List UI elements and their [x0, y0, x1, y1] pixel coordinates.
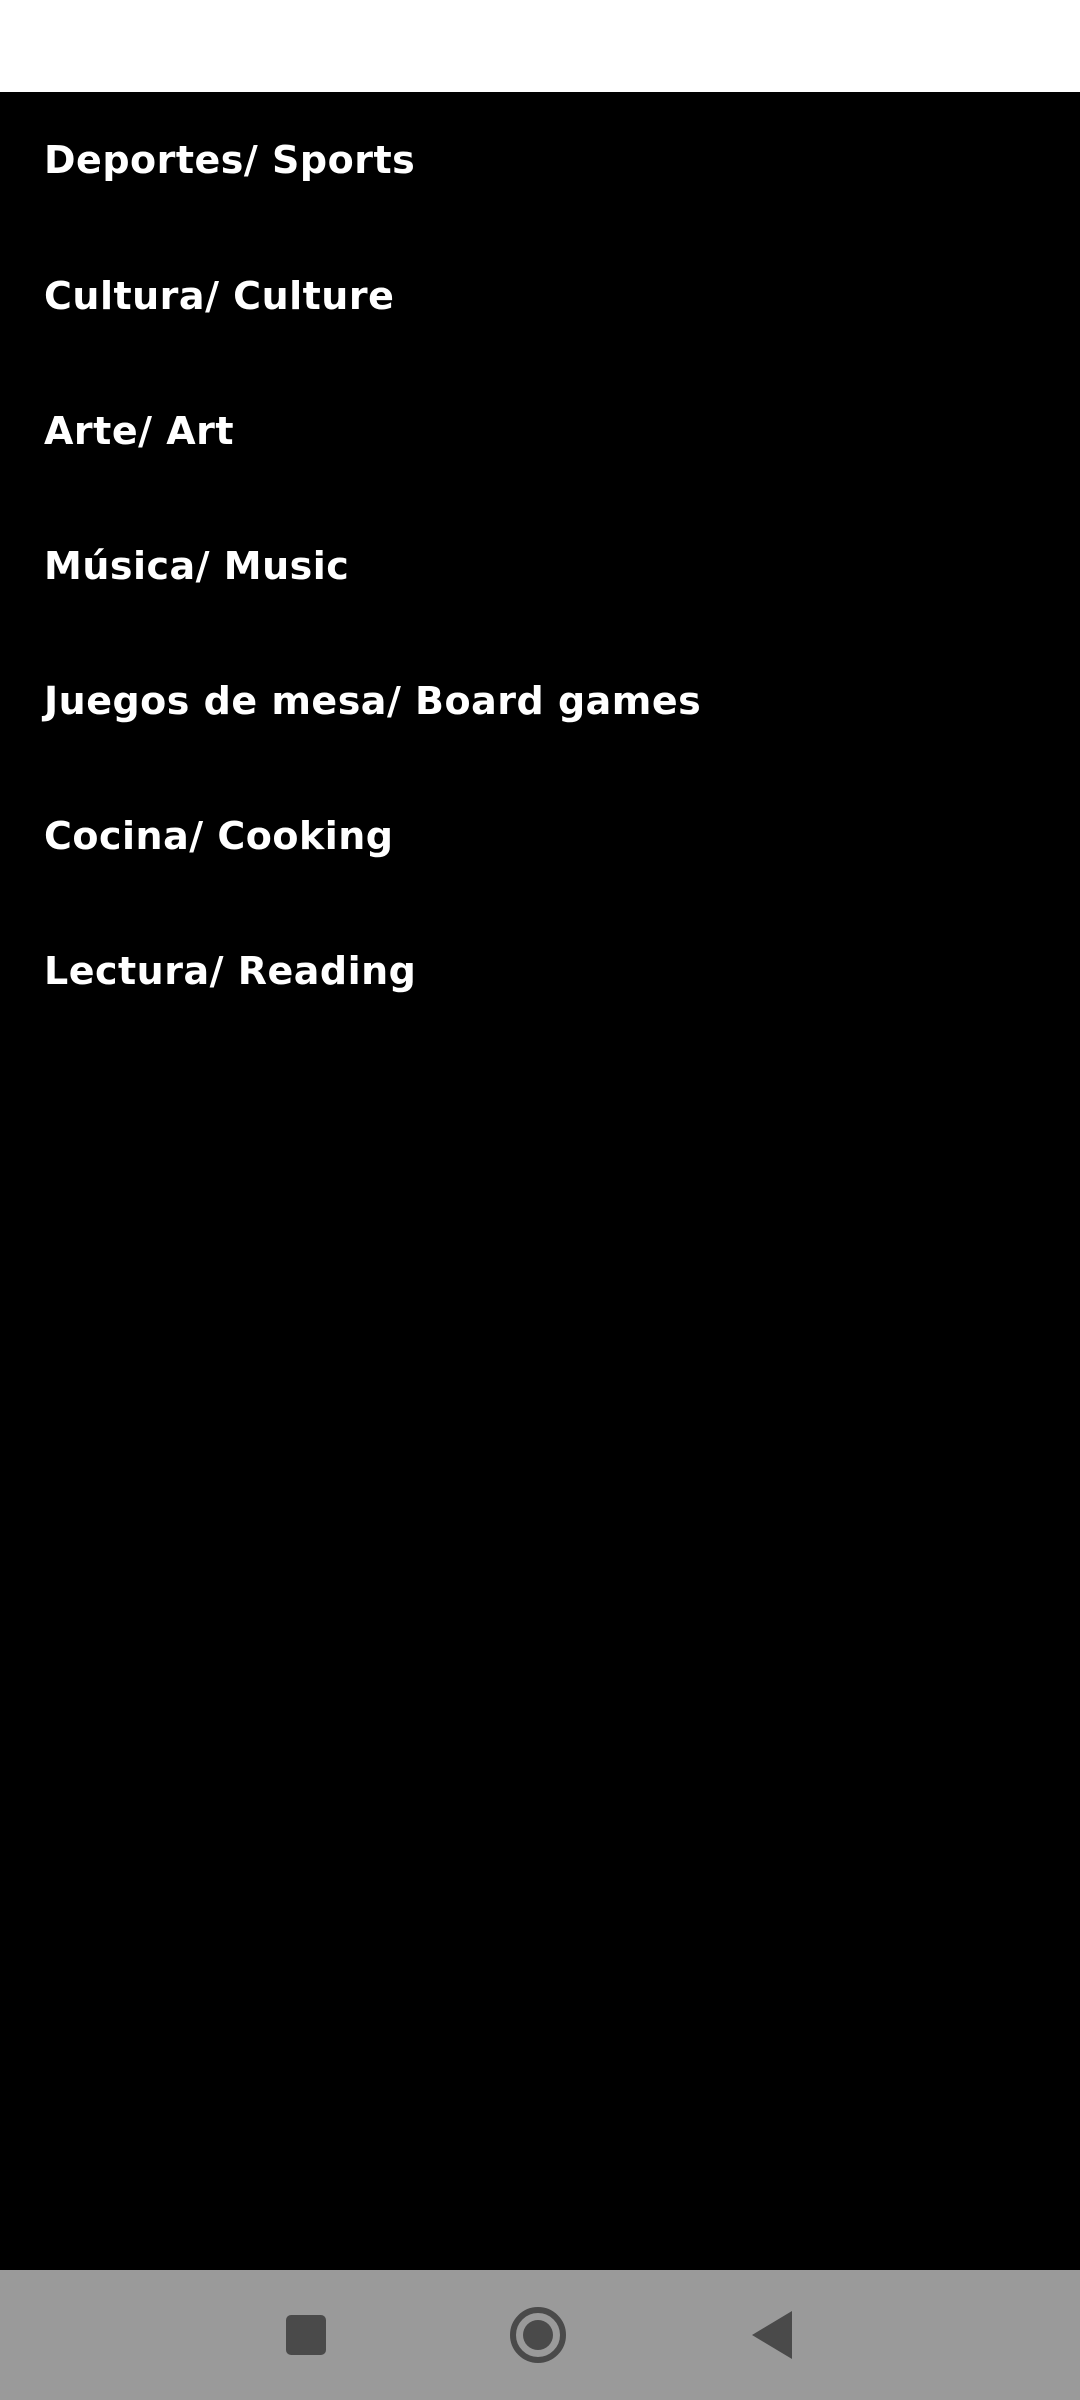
back-button[interactable] [712, 2270, 832, 2400]
list-item-label: Deportes/ Sports [44, 138, 416, 182]
recents-square-icon [286, 2315, 326, 2355]
list-item-art[interactable]: Arte/ Art [0, 363, 1080, 498]
list-item-label: Cocina/ Cooking [44, 813, 394, 858]
list-item-music[interactable]: Música/ Music [0, 498, 1080, 633]
status-bar [0, 0, 1080, 92]
list-item-reading[interactable]: Lectura/ Reading [0, 903, 1080, 1038]
list-item-label: Juegos de mesa/ Board games [44, 678, 702, 723]
list-item-label: Cultura/ Culture [44, 273, 395, 318]
list-item-label: Lectura/ Reading [44, 948, 417, 993]
system-navigation-bar [0, 2270, 1080, 2400]
recents-button[interactable] [246, 2270, 366, 2400]
list-item-culture[interactable]: Cultura/ Culture [0, 228, 1080, 363]
list-item-label: Arte/ Art [44, 408, 235, 453]
back-triangle-icon [752, 2311, 792, 2359]
home-button[interactable] [478, 2270, 598, 2400]
list-item-board-games[interactable]: Juegos de mesa/ Board games [0, 633, 1080, 768]
list-item-label: Música/ Music [44, 543, 350, 588]
category-list: Deportes/ Sports Cultura/ Culture Arte/ … [0, 92, 1080, 1038]
home-circle-icon [510, 2307, 566, 2363]
list-item-cooking[interactable]: Cocina/ Cooking [0, 768, 1080, 903]
list-item-sports[interactable]: Deportes/ Sports [0, 92, 1080, 228]
home-circle-inner [523, 2320, 553, 2350]
